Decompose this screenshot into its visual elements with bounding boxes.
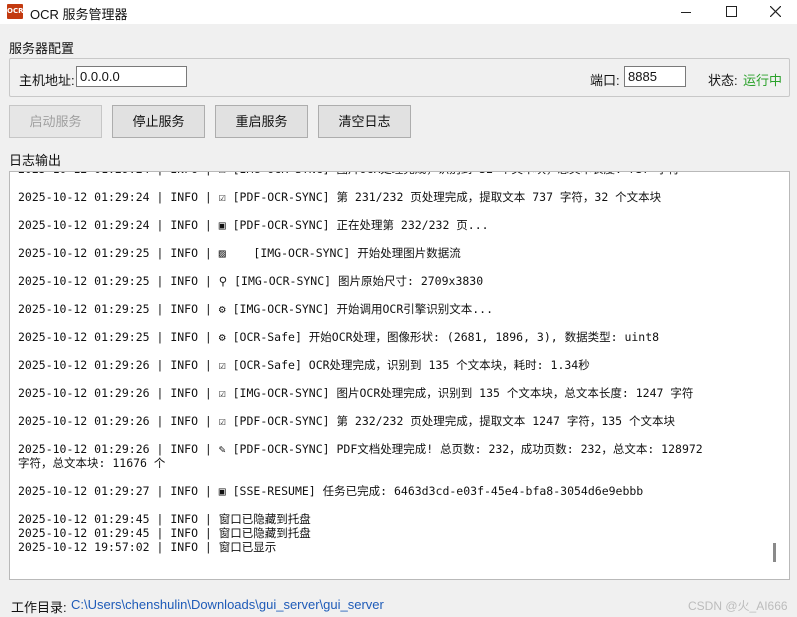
log-spacer xyxy=(18,428,773,442)
log-spacer xyxy=(18,316,773,330)
log-spacer xyxy=(18,344,773,358)
log-spacer xyxy=(18,176,773,190)
maximize-button[interactable] xyxy=(708,0,754,24)
app-icon: OCR xyxy=(7,4,23,19)
log-line: 2025-10-12 01:29:25 | INFO | ⚲ [IMG-OCR-… xyxy=(18,274,484,288)
workdir-label: 工作目录: xyxy=(11,600,67,615)
title-bar: OCR OCR 服务管理器 xyxy=(0,0,797,24)
log-line: 2025-10-12 01:29:45 | INFO | 窗口已隐藏到托盘 xyxy=(18,512,311,526)
watermark: CSDN @火_AI666 xyxy=(688,599,788,613)
log-spacer xyxy=(18,400,773,414)
log-line: 2025-10-12 19:57:02 | INFO | 窗口已显示 xyxy=(18,540,277,554)
log-line: 2025-10-12 01:29:27 | INFO | ▣ [SSE-RESU… xyxy=(18,484,644,498)
log-spacer xyxy=(18,288,773,302)
clear-log-button[interactable]: 清空日志 xyxy=(318,105,411,138)
start-service-button[interactable]: 启动服务 xyxy=(9,105,102,138)
log-output-title: 日志输出 xyxy=(9,153,62,168)
log-line: 2025-10-12 01:29:24 | INFO | ☑ [PDF-OCR-… xyxy=(18,190,662,204)
log-line: 字符，总文本块: 11676 个 xyxy=(18,456,166,470)
minimize-button[interactable] xyxy=(662,0,708,24)
stop-service-button[interactable]: 停止服务 xyxy=(112,105,205,138)
log-text: 2025-10-12 01:29:24 | INFO | ☑ [IMG-OCR-… xyxy=(18,172,773,554)
host-input[interactable]: 0.0.0.0 xyxy=(76,66,187,87)
scrollbar-thumb[interactable] xyxy=(773,543,776,562)
log-output-area[interactable]: 2025-10-12 01:29:24 | INFO | ☑ [IMG-OCR-… xyxy=(9,171,790,580)
log-line: 2025-10-12 01:29:24 | INFO | ☑ [IMG-OCR-… xyxy=(18,172,773,176)
log-line: 2025-10-12 01:29:25 | INFO | ⚙ [IMG-OCR-… xyxy=(18,302,494,316)
maximize-icon xyxy=(726,6,737,17)
log-line: 2025-10-12 01:29:26 | INFO | ✎ [PDF-OCR-… xyxy=(18,442,703,456)
log-spacer xyxy=(18,232,773,246)
log-line: 2025-10-12 01:29:24 | INFO | ▣ [PDF-OCR-… xyxy=(18,218,489,232)
log-spacer xyxy=(18,498,773,512)
log-spacer xyxy=(18,470,773,484)
host-label: 主机地址: xyxy=(19,73,75,88)
server-config-title: 服务器配置 xyxy=(9,41,75,56)
window-title: OCR 服务管理器 xyxy=(30,7,128,22)
log-line: 2025-10-12 01:29:25 | INFO | ▨ [IMG-OCR-… xyxy=(18,246,461,260)
status-label: 状态: xyxy=(708,73,738,88)
log-line: 2025-10-12 01:29:45 | INFO | 窗口已隐藏到托盘 xyxy=(18,526,311,540)
status-value: 运行中 xyxy=(743,73,783,88)
log-spacer xyxy=(18,204,773,218)
log-line: 2025-10-12 01:29:26 | INFO | ☑ [IMG-OCR-… xyxy=(18,386,694,400)
restart-service-button[interactable]: 重启服务 xyxy=(215,105,308,138)
close-button[interactable] xyxy=(752,0,797,24)
workdir-path[interactable]: C:\Users\chenshulin\Downloads\gui_server… xyxy=(71,597,384,612)
port-label: 端口: xyxy=(590,73,620,88)
log-line: 2025-10-12 01:29:26 | INFO | ☑ [PDF-OCR-… xyxy=(18,414,676,428)
log-line: 2025-10-12 01:29:26 | INFO | ☑ [OCR-Safe… xyxy=(18,358,590,372)
minimize-icon xyxy=(681,12,691,13)
server-config-group: 主机地址: 0.0.0.0 端口: 8885 状态: 运行中 xyxy=(9,58,790,97)
log-spacer xyxy=(18,372,773,386)
port-input[interactable]: 8885 xyxy=(624,66,686,87)
close-icon xyxy=(770,6,781,17)
log-spacer xyxy=(18,260,773,274)
log-line: 2025-10-12 01:29:25 | INFO | ⚙ [OCR-Safe… xyxy=(18,330,660,344)
